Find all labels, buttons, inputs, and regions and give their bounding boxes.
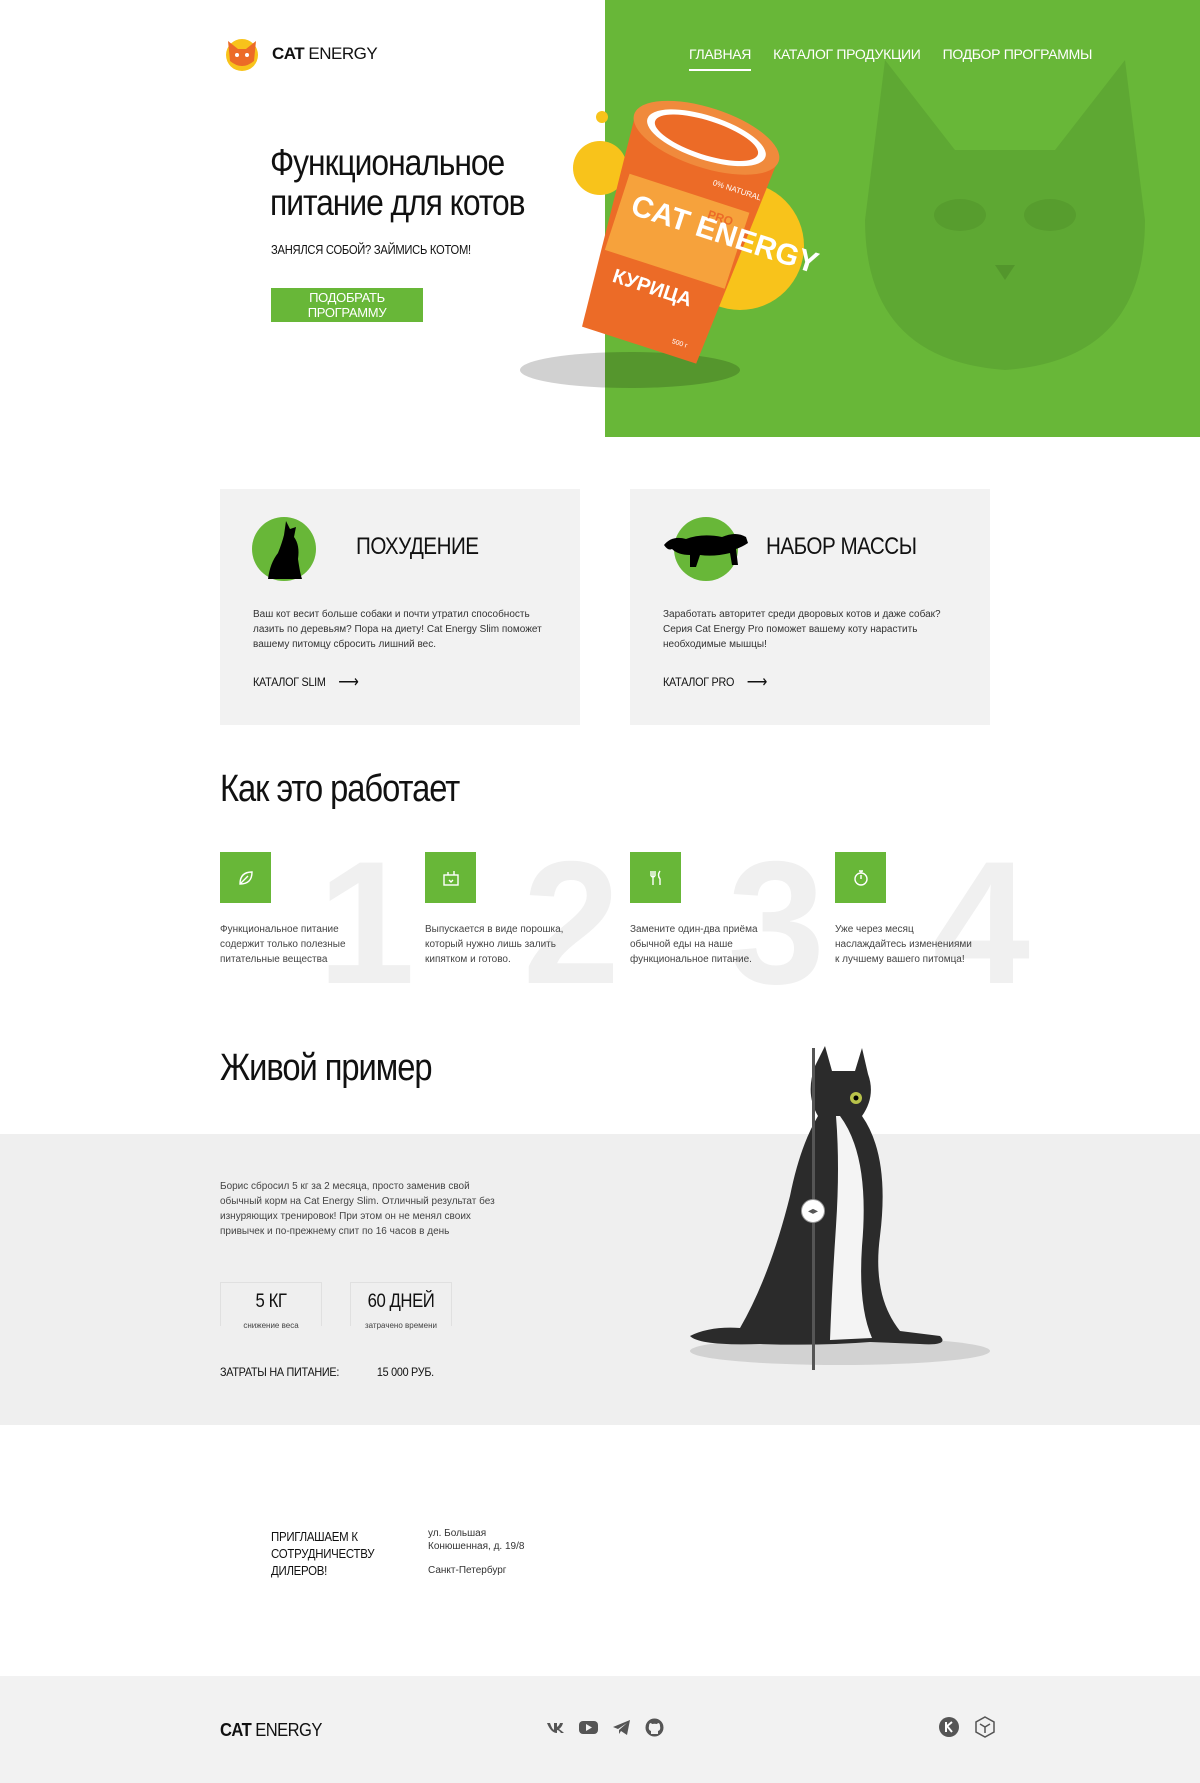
panther-icon (664, 517, 748, 581)
step-text: Уже через месяц наслаждайтесь изменениям… (835, 924, 972, 965)
card-title: ПОХУДЕНИЕ (356, 533, 479, 560)
github-icon[interactable] (644, 1717, 665, 1738)
footer: CAT ENERGY (0, 1676, 1200, 1783)
dealers-city: Санкт-Петербург (428, 1565, 507, 1576)
cutlery-icon (630, 852, 681, 903)
social-links (545, 1717, 665, 1738)
live-example-title: Живой пример (220, 1047, 433, 1089)
leaf-icon (220, 852, 271, 903)
hero-section: CAT ENERGY ГЛАВНАЯ КАТАЛОГ ПРОДУКЦИИ ПОД… (0, 0, 1200, 437)
nav-item-catalog[interactable]: КАТАЛОГ ПРОДУКЦИИ (773, 46, 921, 71)
cube-badge-icon[interactable] (974, 1716, 996, 1738)
vk-icon[interactable] (545, 1717, 566, 1738)
card-link-label: КАТАЛОГ SLIM (253, 675, 326, 689)
pick-program-button[interactable]: ПОДОБРАТЬ ПРОГРАММУ (271, 288, 423, 322)
step-text: Выпускается в виде порошка, который нужн… (425, 924, 564, 965)
card-text: Ваш кот весит больше собаки и почти утра… (253, 609, 542, 650)
step-text: Функциональное питание содержит только п… (220, 924, 346, 965)
stat-weight: 5 КГ снижение веса (220, 1282, 322, 1330)
dealers-title: ПРИГЛАШАЕМ К СОТРУДНИЧЕСТВУ ДИЛЕРОВ! (271, 1529, 375, 1578)
card-weight-loss: ПОХУДЕНИЕ Ваш кот весит больше собаки и … (220, 489, 580, 725)
card-title: НАБОР МАССЫ (766, 533, 917, 560)
how-it-works-title: Как это работает (220, 768, 460, 810)
stat-value: 5 КГ (255, 1291, 287, 1312)
logo-brand-bold: CAT (272, 44, 305, 63)
cat-background-image (865, 60, 1145, 370)
step-4: 4 Уже через месяц наслаждайтесь изменени… (835, 836, 1040, 1012)
card-link-label: КАТАЛОГ PRO (663, 675, 735, 689)
stopwatch-icon (835, 852, 886, 903)
catalog-pro-link[interactable]: КАТАЛОГ PRO ⟶ (663, 672, 767, 692)
footer-logo[interactable]: CAT ENERGY (220, 1720, 322, 1741)
live-example-background (0, 1134, 1200, 1425)
sitting-cat-icon (252, 517, 316, 581)
logo[interactable]: CAT ENERGY (220, 35, 378, 73)
cat-logo-icon (226, 39, 258, 71)
arrow-right-icon: ⟶ (746, 674, 768, 691)
dealers-address: ул. Большая Конюшенная, д. 19/8 (428, 1528, 525, 1552)
catalog-slim-link[interactable]: КАТАЛОГ SLIM ⟶ (253, 672, 359, 692)
card-mass-gain: НАБОР МАССЫ Заработать авторитет среди д… (630, 489, 990, 725)
step-1: 1 Функциональное питание содержит только… (220, 836, 425, 1012)
footer-logo-rest: ENERGY (251, 1720, 322, 1740)
main-nav: ГЛАВНАЯ КАТАЛОГ ПРОДУКЦИИ ПОДБОР ПРОГРАМ… (689, 46, 1092, 71)
telegram-icon[interactable] (611, 1717, 632, 1738)
cost-label: ЗАТРАТЫ НА ПИТАНИЕ: (220, 1365, 340, 1379)
product-can-image: CAT ENERGY PRO КУРИЦА 0% NATURAL 500 г (520, 100, 822, 388)
live-example-text: Борис сбросил 5 кг за 2 месяца, просто з… (220, 1181, 495, 1237)
card-text: Заработать авторитет среди дворовых кото… (663, 609, 941, 650)
food-cost: ЗАТРАТЫ НА ПИТАНИЕ: 15 000 РУБ. (220, 1365, 434, 1379)
nav-item-program[interactable]: ПОДБОР ПРОГРАММЫ (943, 46, 1093, 71)
step-text: Замените один-два приёма обычной еды на … (630, 924, 758, 965)
youtube-icon[interactable] (578, 1717, 599, 1738)
footer-badges (938, 1716, 996, 1738)
step-3: 3 Замените один-два приёма обычной еды н… (630, 836, 835, 1012)
stat-value: 60 ДНЕЙ (367, 1291, 435, 1312)
stat-label: затрачено времени (351, 1321, 451, 1330)
comparison-slider-handle[interactable]: ◂▸ (801, 1199, 825, 1223)
arrow-right-icon: ⟶ (338, 674, 359, 691)
cost-value: 15 000 РУБ. (376, 1365, 434, 1379)
step-2: 2 Выпускается в виде порошка, который ну… (425, 836, 630, 1012)
drag-arrows-icon: ◂▸ (807, 1205, 819, 1217)
footer-logo-bold: CAT (220, 1720, 252, 1740)
logo-brand-rest: ENERGY (304, 44, 378, 63)
hero-subtitle: ЗАНЯЛСЯ СОБОЙ? ЗАЙМИСЬ КОТОМ! (271, 242, 471, 257)
package-icon (425, 852, 476, 903)
nav-item-home[interactable]: ГЛАВНАЯ (689, 46, 751, 71)
stat-label: снижение веса (221, 1321, 321, 1330)
htmlacademy-icon[interactable] (938, 1716, 960, 1738)
stat-days: 60 ДНЕЙ затрачено времени (350, 1282, 452, 1330)
